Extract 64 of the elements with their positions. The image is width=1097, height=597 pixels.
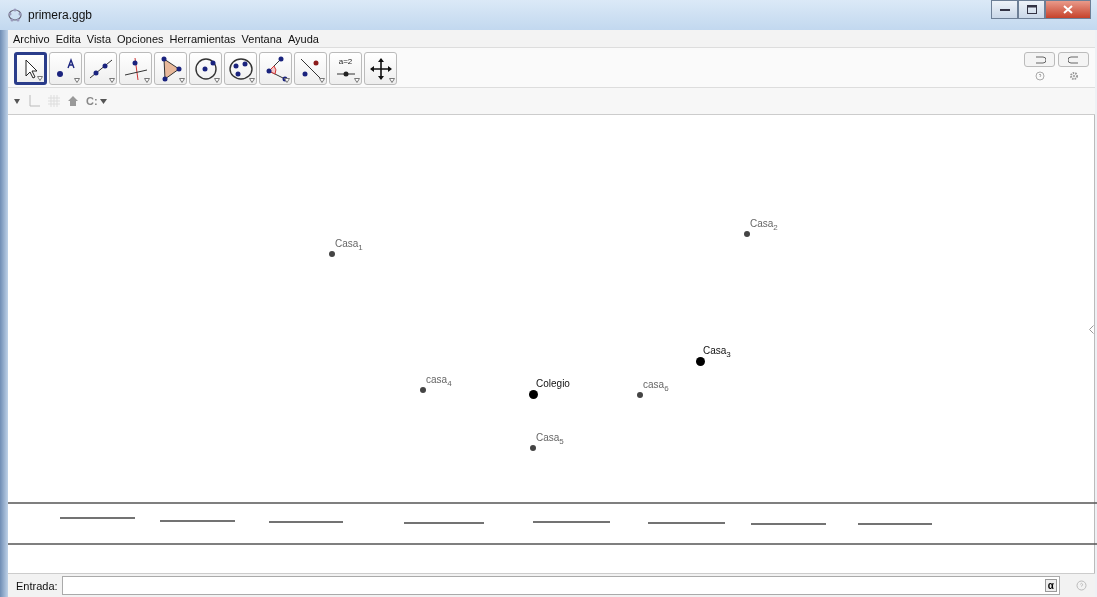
slider-icon <box>335 70 356 77</box>
dropdown-icon <box>319 78 325 83</box>
tool-button[interactable] <box>49 52 82 85</box>
ellipse-icon <box>227 55 254 82</box>
point[interactable] <box>329 251 335 257</box>
window-title: primera.ggb <box>28 8 93 22</box>
point-label: Casa$_{5}$ <box>536 432 564 446</box>
tool-button[interactable]: a=2 <box>329 52 362 85</box>
dropdown-icon <box>214 78 220 83</box>
app-icon <box>8 8 22 22</box>
menu-item[interactable]: Vista <box>86 32 112 45</box>
maximize-icon <box>1026 5 1037 14</box>
close-button[interactable] <box>1045 0 1091 19</box>
dropdown-icon <box>389 78 395 83</box>
dropdown-icon <box>179 78 185 83</box>
dropdown-icon[interactable] <box>14 98 20 104</box>
menu-item[interactable]: Ayuda <box>287 32 319 45</box>
tool-button[interactable] <box>364 52 397 85</box>
menu-item[interactable]: Archivo <box>13 32 50 45</box>
dropdown-icon <box>74 78 80 83</box>
tool-button[interactable] <box>154 52 187 85</box>
redo-icon <box>1067 54 1080 65</box>
input-field[interactable]: α <box>61 576 1060 595</box>
point[interactable] <box>744 231 750 237</box>
tool-button[interactable] <box>119 52 152 85</box>
collapse-icon[interactable] <box>1089 325 1094 334</box>
point[interactable] <box>530 445 536 451</box>
tool-button[interactable] <box>84 52 117 85</box>
dropdown-icon <box>284 78 290 83</box>
home-icon[interactable] <box>68 96 78 106</box>
point-label: casa$_{6}$ <box>643 379 669 393</box>
dropdown-icon <box>109 78 115 83</box>
perpendicular-lines-icon <box>122 55 149 82</box>
dropdown-icon <box>354 78 360 83</box>
input-label: Entrada: <box>16 579 58 592</box>
point-label: Casa$_{2}$ <box>750 218 778 232</box>
dropdown-icon <box>37 76 43 81</box>
menu-item[interactable]: Opciones <box>117 32 164 45</box>
menu-item[interactable]: Herramientas <box>169 32 236 45</box>
settings-icon[interactable] <box>1068 71 1079 81</box>
close-icon <box>1063 5 1073 14</box>
symbol-button[interactable]: α <box>1044 579 1057 592</box>
undo-icon <box>1033 54 1046 65</box>
tool-button[interactable] <box>259 52 292 85</box>
tool-button[interactable] <box>224 52 257 85</box>
menu-item[interactable]: Ventana <box>241 32 282 45</box>
tool-button[interactable] <box>189 52 222 85</box>
point-label: casa$_{4}$ <box>426 374 452 388</box>
circle-icon <box>192 55 219 82</box>
tool-button[interactable] <box>294 52 327 85</box>
point[interactable] <box>695 356 705 366</box>
point[interactable] <box>420 387 426 393</box>
dropdown-icon <box>144 78 150 83</box>
point-label: Casa$_{3}$ <box>703 345 731 359</box>
tool-button[interactable] <box>14 52 47 85</box>
dropdown-icon <box>249 78 255 83</box>
maximize-button[interactable] <box>1018 0 1045 19</box>
caret-icon <box>99 98 107 104</box>
minimize-button[interactable] <box>991 0 1018 19</box>
point[interactable] <box>528 389 538 399</box>
menu-item[interactable]: Edita <box>55 32 81 45</box>
point[interactable] <box>637 392 643 398</box>
point-label: Colegio <box>536 378 570 389</box>
point-label: Casa$_{1}$ <box>335 238 363 252</box>
